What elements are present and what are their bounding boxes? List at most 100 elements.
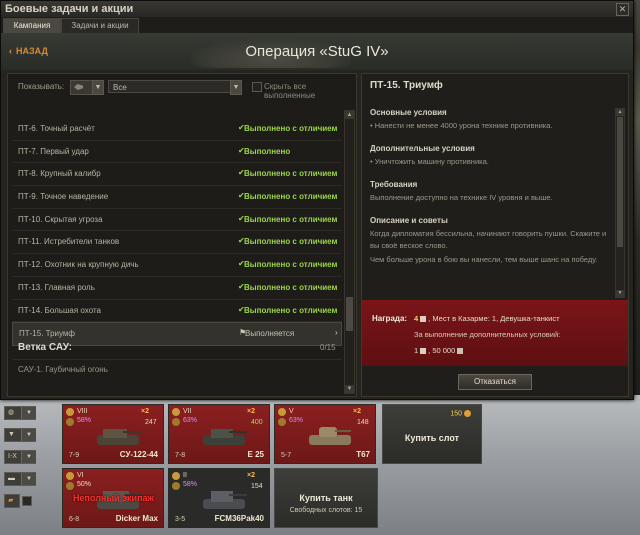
vehicle-slot[interactable]: VI 50% Неполный экипаж 6-8 Dicker Max [62, 468, 164, 528]
medal-icon [278, 418, 286, 426]
free-slots-label: Свободных слотов: 15 [289, 507, 363, 514]
scroll-down-icon[interactable]: ▼ [616, 290, 624, 297]
operation-banner: ‹ НАЗАД Операция «StuG IV» [1, 34, 633, 70]
vehicle-slot[interactable]: II 58% ×2 154 3-5 FCM36Pak40 [168, 468, 270, 528]
quest-name: ПТ-6. Точный расчёт [18, 124, 95, 133]
quest-status: Выполнено с отличием [244, 124, 338, 133]
quest-status: Выполнено с отличием [244, 192, 338, 202]
main-conditions-head: Основные условия [370, 108, 447, 117]
battle-tiers: 7-9 [69, 452, 80, 459]
buy-tank-label: Купить танк [299, 493, 353, 503]
medal-icon [66, 408, 74, 416]
requirements-text: Выполнение доступно на технике IV уровня… [370, 193, 553, 202]
buy-slot-button[interactable]: 150 Купить слот [382, 404, 482, 464]
list-scrollbar[interactable]: ▲ ▼ [344, 110, 355, 394]
elite-checkbox[interactable] [22, 496, 32, 506]
close-icon[interactable]: ✕ [616, 3, 629, 16]
vehicle-winrate: 63% [289, 417, 304, 424]
requirements-head: Требования [370, 180, 418, 189]
slot-price: 150 [450, 410, 471, 417]
battle-tiers: 7-8 [175, 452, 186, 459]
vehicle-slot[interactable]: VII 63% ×2 400 7-8 E 25 [168, 404, 270, 464]
scroll-up-icon[interactable]: ▲ [345, 111, 354, 119]
double-xp-badge: ×2 [247, 472, 255, 479]
battle-tiers: 6-8 [69, 516, 80, 523]
vehicle-carousel: VIII 58% ×2 247 7-9 СУ-122-44 VII 63% ×2… [38, 400, 640, 535]
vehicle-slot[interactable]: V 63% ×2 148 5-7 T67 [274, 404, 376, 464]
carousel-filters: ◍ ▼ ▼ ▼ I-X ▼ ▬ ▼ ▰ [0, 400, 38, 535]
tab-campaign[interactable]: Кампания [3, 18, 61, 33]
quest-row[interactable]: ПТ-12. Охотник на крупную дичь ✔ Выполнено… [12, 254, 342, 277]
quest-status: Выполнено с отличием [244, 169, 338, 179]
scroll-down-icon[interactable]: ▼ [345, 385, 354, 393]
medal-icon [278, 408, 286, 416]
buy-tank-button[interactable]: Купить танк Свободных слотов: 15 [274, 468, 378, 528]
chevron-down-icon: ▼ [21, 451, 36, 463]
quests-window: Боевые задачи и акции ✕ Кампания Задачи … [0, 0, 634, 400]
quest-status: Выполнено с отличием [244, 260, 338, 270]
refuse-button[interactable]: Отказаться [458, 374, 532, 390]
scroll-thumb[interactable] [617, 117, 623, 247]
shell-icon: ▰ [8, 497, 14, 504]
quest-list-panel: Показывать: ▼ Все ▼ Скрыть все выполненн… [7, 73, 357, 397]
reward-count: 4 [414, 314, 419, 323]
quest-status: Выполнено [244, 146, 291, 156]
medal-icon [172, 472, 180, 480]
nation-filter[interactable]: ◍ ▼ [4, 406, 36, 420]
medal-icon [172, 408, 180, 416]
premium-filter[interactable]: ▰ [4, 494, 20, 508]
tab-quests[interactable]: Задачи и акции [61, 18, 139, 33]
scroll-up-icon[interactable]: ▲ [616, 109, 624, 116]
credits-icon [457, 348, 464, 355]
medal-icon [172, 418, 180, 426]
vehicle-type-filter[interactable] [70, 80, 94, 95]
tier-filter[interactable]: I-X ▼ [4, 450, 36, 464]
vehicle-exp: 148 [357, 419, 369, 426]
vehicle-winrate: 50% [77, 481, 92, 488]
buy-slot-label: Купить слот [404, 433, 460, 443]
quest-status: Выполнено с отличием [244, 214, 338, 224]
quest-row[interactable]: ПТ-8. Крупный калибр ✔ Выполнено с отличие… [12, 163, 342, 187]
hide-done-checkbox[interactable] [252, 82, 262, 92]
quest-row[interactable]: ПТ-6. Точный расчёт ✔ Выполнено с отличием [12, 118, 342, 141]
type-filter-label: ▼ [8, 431, 15, 438]
description-head: Описание и советы [370, 216, 448, 225]
quest-row[interactable]: ПТ-11. Истребители танков ✔ Выполнено с от… [12, 231, 342, 255]
quest-row[interactable]: ПТ-13. Главная роль ✔ Выполнено с отличием [12, 277, 342, 300]
show-select[interactable]: Все [108, 80, 240, 93]
vehicle-name: СУ-122-44 [119, 450, 158, 459]
filter-row: Показывать: ▼ Все ▼ Скрыть все выполненн… [12, 80, 352, 100]
slot-price-value: 150 [450, 410, 462, 418]
vehicle-exp: 247 [145, 419, 157, 426]
quest-row[interactable]: ПТ-10. Скрытая угроза ✔ Выполнено с отличи… [12, 209, 342, 232]
chevron-down-icon[interactable]: ▼ [92, 80, 104, 95]
quest-row[interactable]: ПТ-7. Первый удар ✔ Выполнено [12, 141, 342, 164]
quest-row[interactable]: ПТ-9. Точное наведение ✔ Выполнено с отлич… [12, 186, 342, 209]
reward-text: , Мест в Казарме: 1, Девушка-танкист [428, 314, 560, 323]
medal-icon [66, 418, 74, 426]
chevron-down-icon: ▼ [21, 473, 36, 485]
quest-row[interactable]: ПТ-14. Большая охота ✔ Выполнено с отличие… [12, 300, 342, 323]
scroll-thumb[interactable] [346, 297, 353, 331]
reward-block: Награда: 4 , Мест в Казарме: 1, Девушка-т… [362, 300, 628, 366]
tank-icon [309, 427, 351, 445]
vehicle-tier: V [289, 408, 294, 415]
branch-header[interactable]: Ветка САУ: 0/15 [12, 340, 342, 356]
vehicle-slot[interactable]: VIII 58% ×2 247 7-9 СУ-122-44 [62, 404, 164, 464]
medal-icon [172, 482, 180, 490]
quest-name: ПТ-15. Триумф [19, 329, 75, 339]
quest-status: Выполняется [245, 329, 295, 339]
reward-line-1: 4 , Мест в Казарме: 1, Девушка-танкист [414, 314, 560, 323]
quest-list: ПТ-6. Точный расчёт ✔ Выполнено с отличием… [12, 118, 342, 346]
vehicle-filter[interactable]: ▬ ▼ [4, 472, 36, 486]
detail-scrollbar[interactable]: ▲ ▼ [615, 108, 625, 298]
quest-name: ПТ-13. Главная роль [18, 282, 95, 292]
chevron-right-icon: › [335, 328, 338, 338]
filter-label: Показывать: [18, 82, 65, 91]
description-text: Когда дипломатия бессильна, начинают гов… [370, 229, 607, 250]
quest-name: ПТ-7. Первый удар [18, 146, 89, 156]
type-filter[interactable]: ▼ ▼ [4, 428, 36, 442]
quest-row[interactable]: САУ-1. Гаубичный огонь [12, 359, 342, 378]
chevron-down-icon[interactable]: ▼ [230, 80, 242, 95]
description-text-2: Чем больше урона в бою вы нанесли, тем в… [370, 255, 598, 264]
